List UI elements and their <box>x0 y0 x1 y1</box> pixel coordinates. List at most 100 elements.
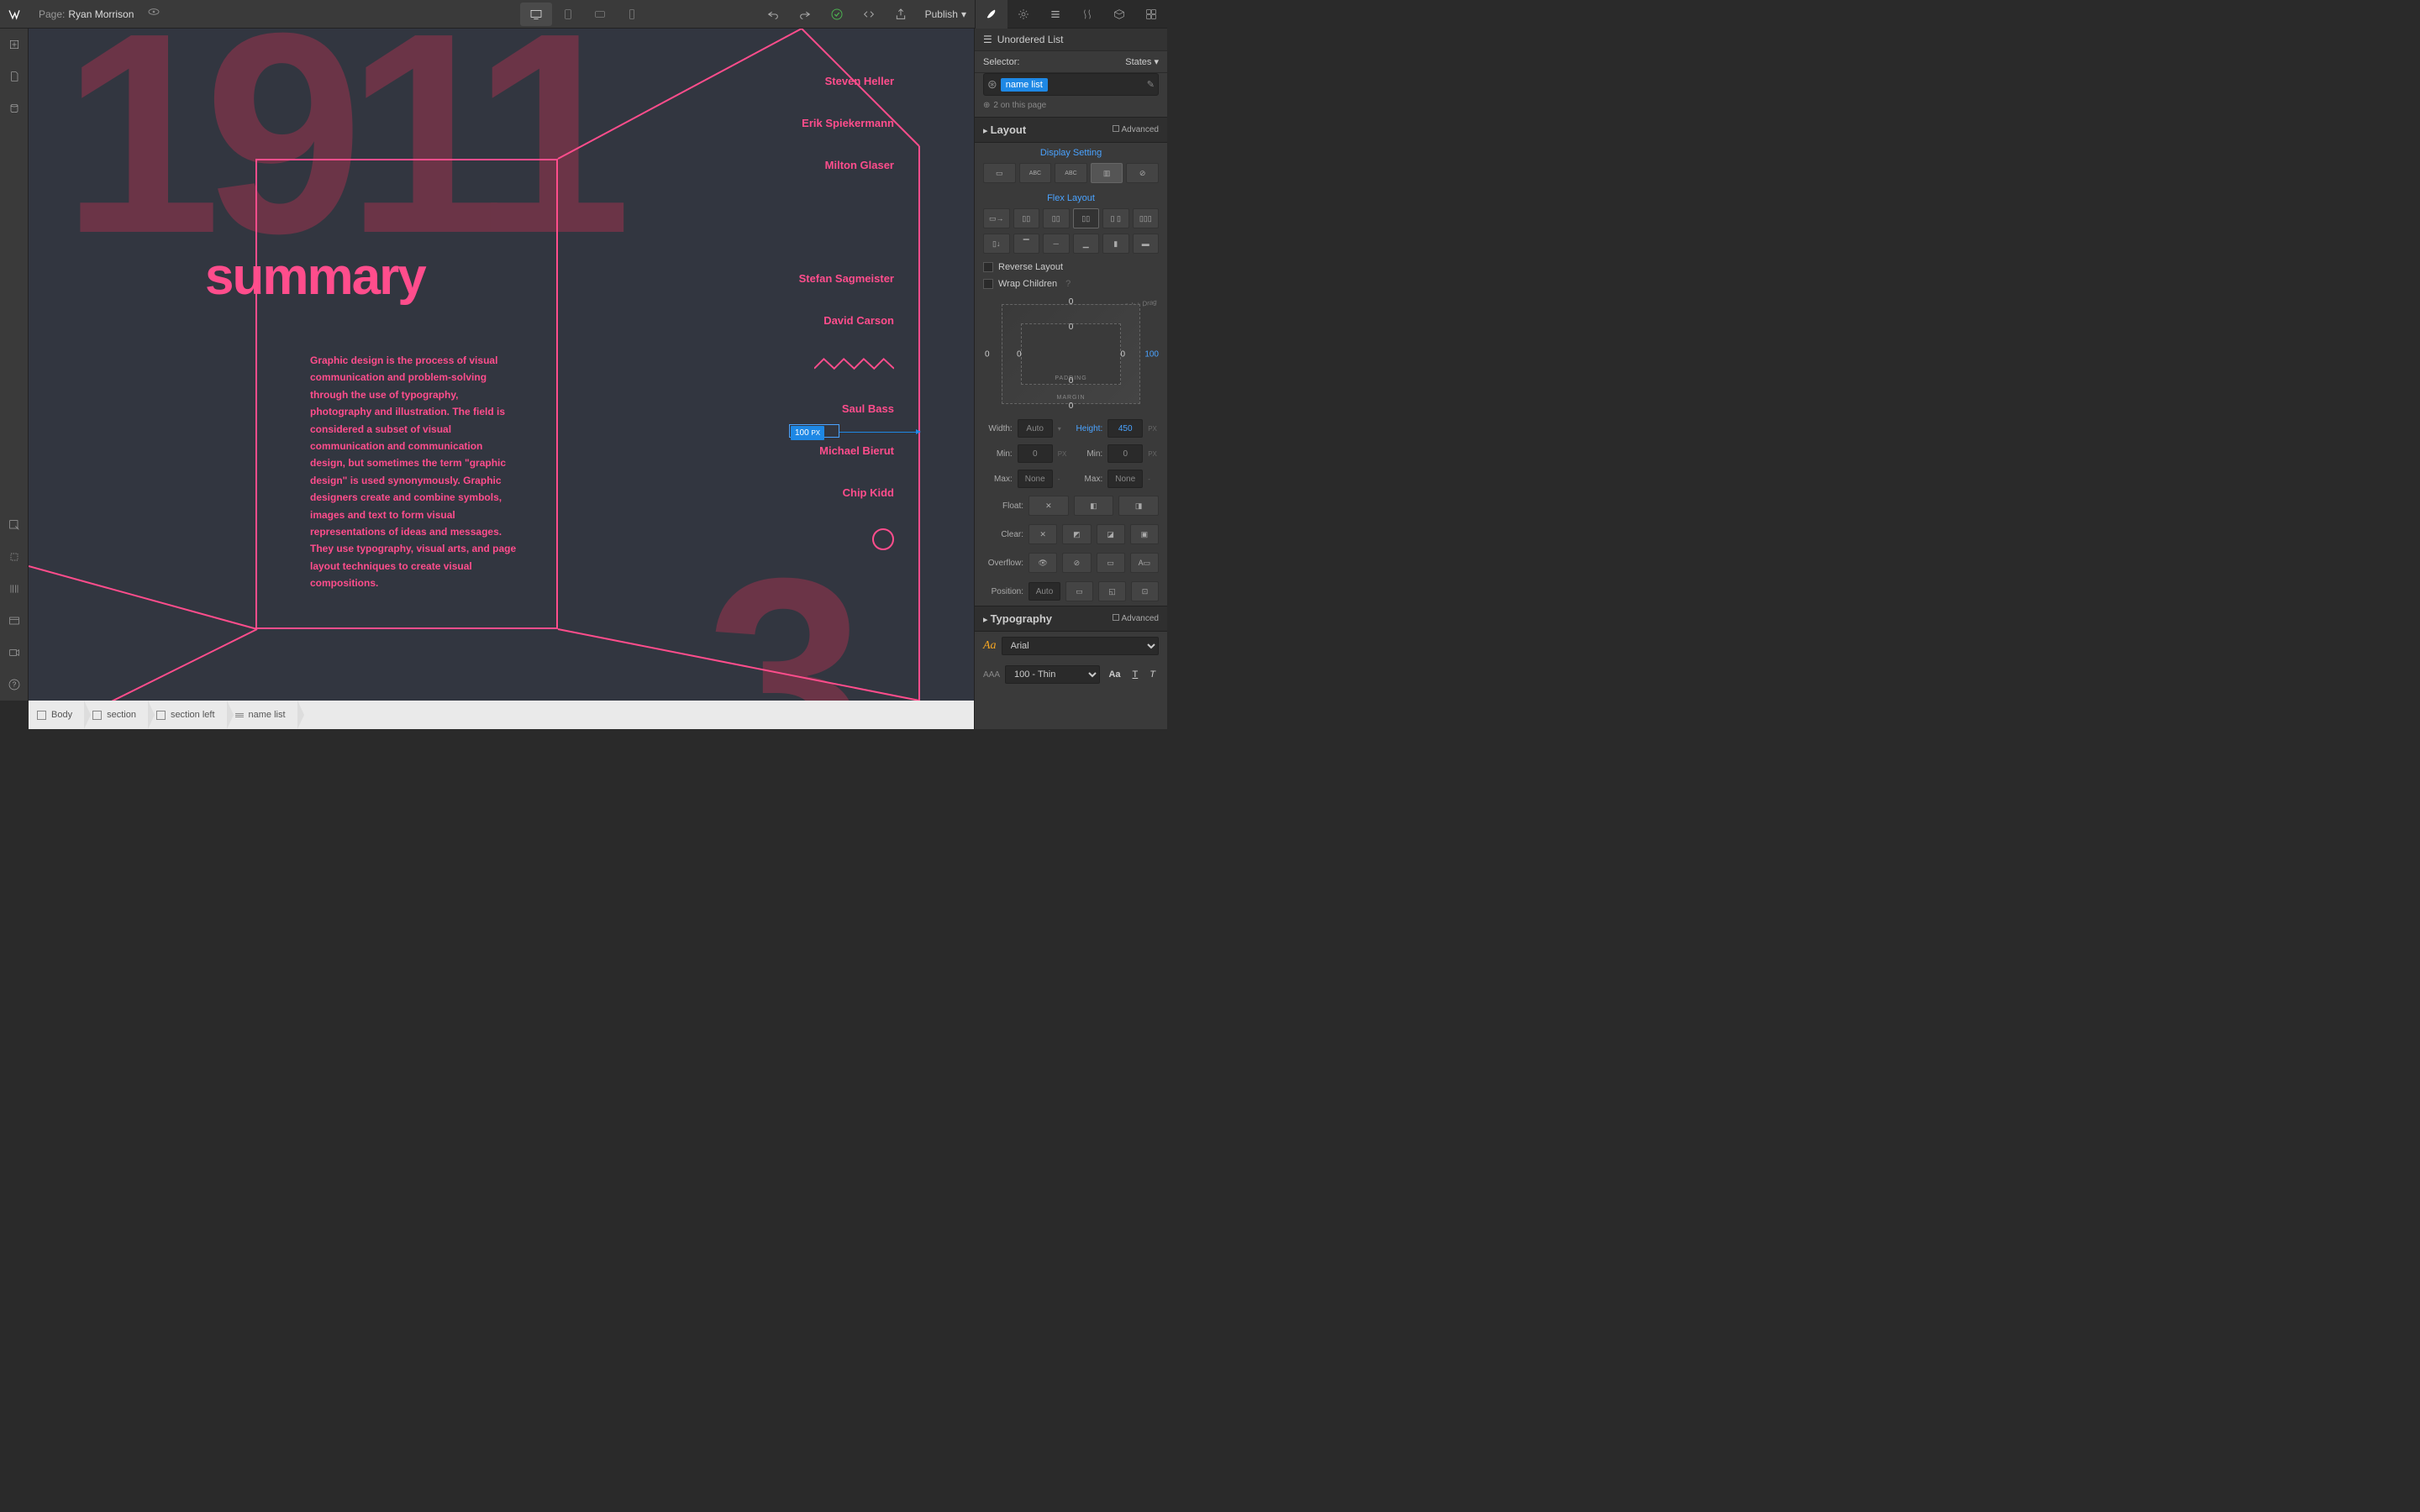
flex-justify-end-button[interactable]: ▯▯ <box>1073 208 1100 228</box>
list-item[interactable]: Michael Bierut <box>799 444 894 457</box>
style-tab-icon[interactable] <box>976 0 1007 29</box>
device-desktop-button[interactable] <box>520 3 552 26</box>
display-inline-block-button[interactable]: ABC <box>1019 163 1052 183</box>
page-name[interactable]: Ryan Morrison <box>68 8 134 20</box>
device-tablet-landscape-button[interactable] <box>584 3 616 26</box>
padding-left-value[interactable]: 0 <box>1017 349 1022 359</box>
flex-align-start-button[interactable]: ▔ <box>1013 234 1040 254</box>
settings-tab-icon[interactable] <box>1007 0 1039 29</box>
list-item[interactable]: Stefan Sagmeister <box>799 272 894 285</box>
edit-icon[interactable]: ✎ <box>1147 79 1155 90</box>
bold-button[interactable]: Aa <box>1105 669 1123 680</box>
clear-left-button[interactable]: ◩ <box>1062 524 1091 544</box>
padding-top-value[interactable]: 0 <box>1069 323 1074 332</box>
interactions-tab-icon[interactable] <box>1071 0 1103 29</box>
status-ok-icon[interactable] <box>821 0 853 29</box>
clear-none-button[interactable]: ✕ <box>1028 524 1057 544</box>
flex-justify-start-button[interactable]: ▯▯ <box>1013 208 1040 228</box>
position-absolute-button[interactable]: ◱ <box>1098 581 1126 601</box>
display-block-button[interactable]: ▭ <box>983 163 1016 183</box>
flex-justify-center-button[interactable]: ▯▯ <box>1043 208 1070 228</box>
padding-right-value[interactable]: 0 <box>1120 349 1125 359</box>
display-inline-button[interactable]: ABC <box>1055 163 1087 183</box>
position-fixed-button[interactable]: ⊡ <box>1131 581 1159 601</box>
margin-top-value[interactable]: 0 <box>1069 297 1074 307</box>
flex-align-center-button[interactable]: ─ <box>1043 234 1070 254</box>
width-input[interactable] <box>1018 419 1053 438</box>
element-breadcrumb[interactable]: ☰ Unordered List <box>975 29 1167 51</box>
crumb-section[interactable]: section <box>84 701 148 729</box>
crumb-name-list[interactable]: name list <box>227 701 297 729</box>
export-button[interactable] <box>885 0 917 29</box>
code-button[interactable] <box>853 0 885 29</box>
list-item[interactable]: Saul Bass <box>799 402 894 415</box>
margin-left-value[interactable]: 0 <box>985 349 990 359</box>
device-tablet-button[interactable] <box>552 3 584 26</box>
padding-bottom-value[interactable]: 0 <box>1069 376 1074 386</box>
display-flex-button[interactable]: ▥ <box>1091 163 1123 183</box>
select-tool-button[interactable] <box>0 509 29 541</box>
summary-paragraph[interactable]: Graphic design is the process of visual … <box>310 352 520 591</box>
layout-section-header[interactable]: ▸ Layout Advanced <box>975 117 1167 143</box>
checkbox[interactable] <box>983 262 993 272</box>
position-select[interactable] <box>1028 582 1060 601</box>
webflow-logo[interactable] <box>0 0 29 29</box>
list-item[interactable]: Chip Kidd <box>799 486 894 499</box>
clear-right-button[interactable]: ◪ <box>1097 524 1125 544</box>
states-dropdown[interactable]: States ▾ <box>1125 56 1159 67</box>
overflow-hidden-button[interactable]: ⊘ <box>1062 553 1091 573</box>
overflow-auto-button[interactable]: A▭ <box>1130 553 1159 573</box>
max-width-input[interactable] <box>1018 470 1053 488</box>
navigator-tab-icon[interactable] <box>1039 0 1071 29</box>
flex-justify-between-button[interactable]: ▯ ▯ <box>1102 208 1129 228</box>
flex-justify-around-button[interactable]: ▯▯▯ <box>1133 208 1160 228</box>
crumb-body[interactable]: Body <box>29 701 84 729</box>
flex-align-baseline-button[interactable]: ▬ <box>1133 234 1160 254</box>
help-button[interactable]: ? <box>0 669 29 701</box>
position-relative-button[interactable]: ▭ <box>1065 581 1093 601</box>
box-model-editor[interactable]: Click + Drag PADDING MARGIN 0 0 0 100 0 … <box>983 297 1159 411</box>
float-none-button[interactable]: ✕ <box>1028 496 1069 516</box>
redo-button[interactable] <box>789 0 821 29</box>
underline-button[interactable]: T <box>1129 669 1142 680</box>
publish-button[interactable]: Publish ▾ <box>917 8 975 20</box>
min-height-input[interactable] <box>1107 444 1143 463</box>
font-weight-select[interactable]: 100 - Thin <box>1005 665 1100 684</box>
overflow-visible-button[interactable]: 👁 <box>1028 553 1057 573</box>
assets-tab-icon[interactable] <box>1103 0 1135 29</box>
wrap-children-row[interactable]: Wrap Children ? <box>975 276 1167 292</box>
clear-both-button[interactable]: ▣ <box>1130 524 1159 544</box>
checkbox[interactable] <box>983 279 993 289</box>
device-mobile-button[interactable] <box>616 3 648 26</box>
summary-heading[interactable]: summary <box>205 247 425 307</box>
flex-align-stretch-button[interactable]: ▮ <box>1102 234 1129 254</box>
crumb-section-left[interactable]: section left <box>148 701 227 729</box>
cms-button[interactable] <box>0 92 29 124</box>
crop-tool-button[interactable] <box>0 541 29 573</box>
font-family-select[interactable]: Arial <box>1002 637 1159 655</box>
overflow-scroll-button[interactable]: ▭ <box>1097 553 1125 573</box>
name-list[interactable]: Steven Heller Erik Spiekermann Milton Gl… <box>799 75 894 550</box>
float-right-button[interactable]: ◨ <box>1118 496 1159 516</box>
list-item[interactable]: David Carson <box>799 314 894 327</box>
add-element-button[interactable] <box>0 29 29 60</box>
margin-bottom-value[interactable]: 0 <box>1069 402 1074 411</box>
xray-button[interactable] <box>0 605 29 637</box>
video-button[interactable] <box>0 637 29 669</box>
list-item[interactable]: Steven Heller <box>799 75 894 87</box>
undo-button[interactable] <box>757 0 789 29</box>
typography-section-header[interactable]: ▸ Typography Advanced <box>975 606 1167 632</box>
italic-button[interactable]: T <box>1146 669 1159 680</box>
preview-icon[interactable] <box>147 5 160 23</box>
margin-right-value[interactable]: 100 <box>1144 349 1159 359</box>
selector-input[interactable]: ⊛ name list ✎ <box>983 73 1159 96</box>
float-left-button[interactable]: ◧ <box>1074 496 1114 516</box>
flex-align-end-button[interactable]: ▁ <box>1073 234 1100 254</box>
pages-button[interactable] <box>0 60 29 92</box>
cms-tab-icon[interactable] <box>1135 0 1167 29</box>
max-height-input[interactable] <box>1107 470 1143 488</box>
display-none-button[interactable]: ⊘ <box>1126 163 1159 183</box>
canvas[interactable]: 1911 3 summary Graphic design is the pro… <box>29 29 974 701</box>
reverse-layout-row[interactable]: Reverse Layout <box>975 259 1167 276</box>
flex-col-button[interactable]: ▯↓ <box>983 234 1010 254</box>
